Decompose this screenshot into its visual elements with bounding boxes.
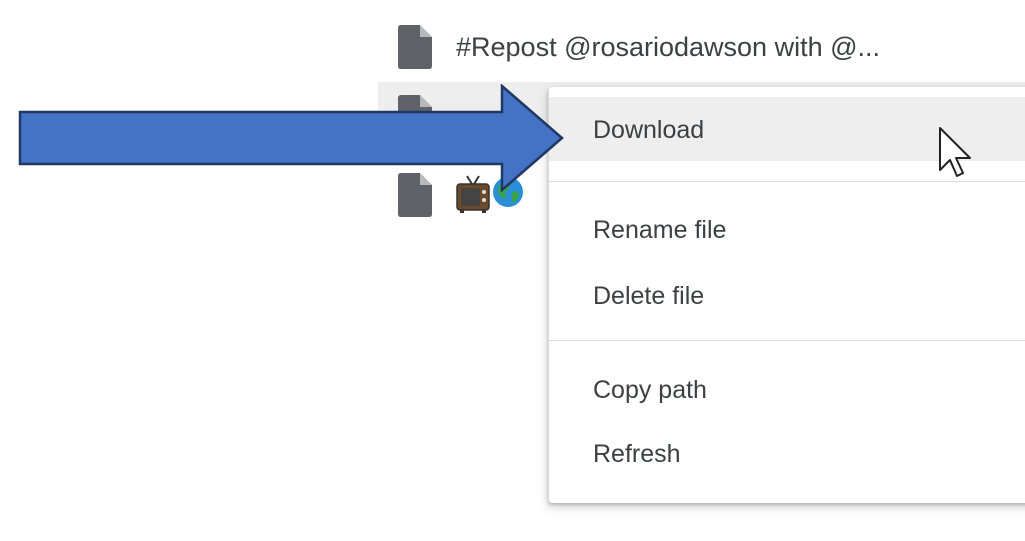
menu-item-refresh[interactable]: Refresh xyxy=(549,421,1025,485)
file-icon xyxy=(398,25,432,69)
mouse-cursor-icon xyxy=(939,127,971,177)
menu-item-label: Rename file xyxy=(593,216,727,244)
menu-item-label: Refresh xyxy=(593,440,681,468)
file-name: #Repost @rosariodawson with @... xyxy=(456,32,880,62)
menu-item-delete-file[interactable]: Delete file xyxy=(549,263,1025,327)
menu-divider xyxy=(549,340,1025,341)
file-list-item[interactable]: #Repost @rosariodawson with @... xyxy=(378,12,1025,84)
menu-item-label: Download xyxy=(593,116,705,144)
menu-item-label: Copy path xyxy=(593,376,707,404)
menu-item-label: Delete file xyxy=(593,282,705,310)
menu-item-copy-path[interactable]: Copy path xyxy=(549,357,1025,421)
annotation-arrow-icon xyxy=(18,84,564,192)
menu-item-rename-file[interactable]: Rename file xyxy=(549,197,1025,261)
